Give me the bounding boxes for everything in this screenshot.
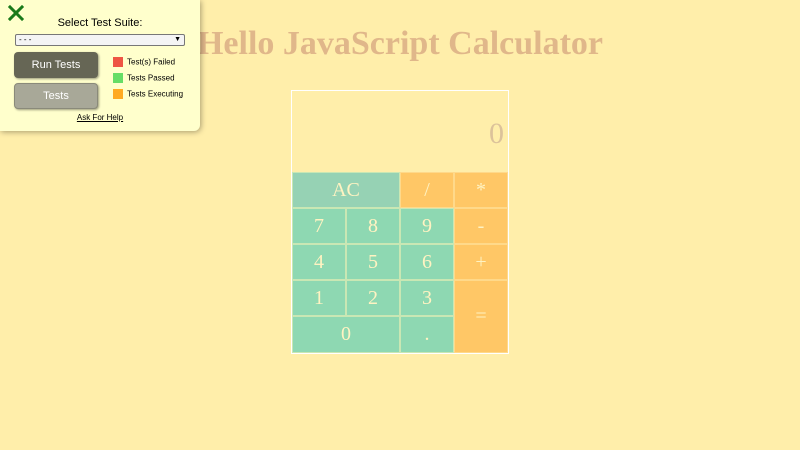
suite-label: Select Test Suite: xyxy=(57,17,143,29)
six-button[interactable]: 6 xyxy=(400,244,454,280)
five-button[interactable]: 5 xyxy=(346,244,400,280)
equals-button[interactable]: = xyxy=(454,280,508,353)
test-suite-select[interactable]: - - - ▼ xyxy=(15,34,185,46)
nine-button[interactable]: 9 xyxy=(400,208,454,244)
legend-failed: Test(s) Failed xyxy=(113,57,175,67)
executing-swatch xyxy=(113,89,123,99)
three-button[interactable]: 3 xyxy=(400,280,454,316)
run-tests-button[interactable]: Run Tests xyxy=(14,52,98,78)
page: Hello JavaScript Calculator 0 AC / * 7 8… xyxy=(0,0,800,450)
divide-button[interactable]: / xyxy=(400,172,454,208)
chevron-down-icon: ▼ xyxy=(174,36,181,43)
two-button[interactable]: 2 xyxy=(346,280,400,316)
multiply-button[interactable]: * xyxy=(454,172,508,208)
passed-swatch xyxy=(113,73,123,83)
ask-for-help-link[interactable]: Ask For Help xyxy=(0,113,200,122)
eight-button[interactable]: 8 xyxy=(346,208,400,244)
zero-button[interactable]: 0 xyxy=(292,316,400,353)
tests-button[interactable]: Tests xyxy=(14,83,98,109)
one-button[interactable]: 1 xyxy=(292,280,346,316)
legend-executing: Tests Executing xyxy=(113,89,183,99)
clear-button[interactable]: AC xyxy=(292,172,400,208)
test-panel: Select Test Suite: - - - ▼ Run Tests Tes… xyxy=(0,0,200,131)
keypad: AC / * 7 8 9 - 4 5 6 + 1 2 3 = 0 . xyxy=(292,172,508,353)
suite-select-value: - - - xyxy=(19,35,32,44)
failed-swatch xyxy=(113,57,123,67)
four-button[interactable]: 4 xyxy=(292,244,346,280)
calculator-display: 0 xyxy=(292,91,508,172)
decimal-button[interactable]: . xyxy=(400,316,454,353)
calculator: 0 AC / * 7 8 9 - 4 5 6 + 1 2 3 = 0 . xyxy=(291,90,509,354)
legend-passed: Tests Passed xyxy=(113,73,175,83)
add-button[interactable]: + xyxy=(454,244,508,280)
subtract-button[interactable]: - xyxy=(454,208,508,244)
seven-button[interactable]: 7 xyxy=(292,208,346,244)
